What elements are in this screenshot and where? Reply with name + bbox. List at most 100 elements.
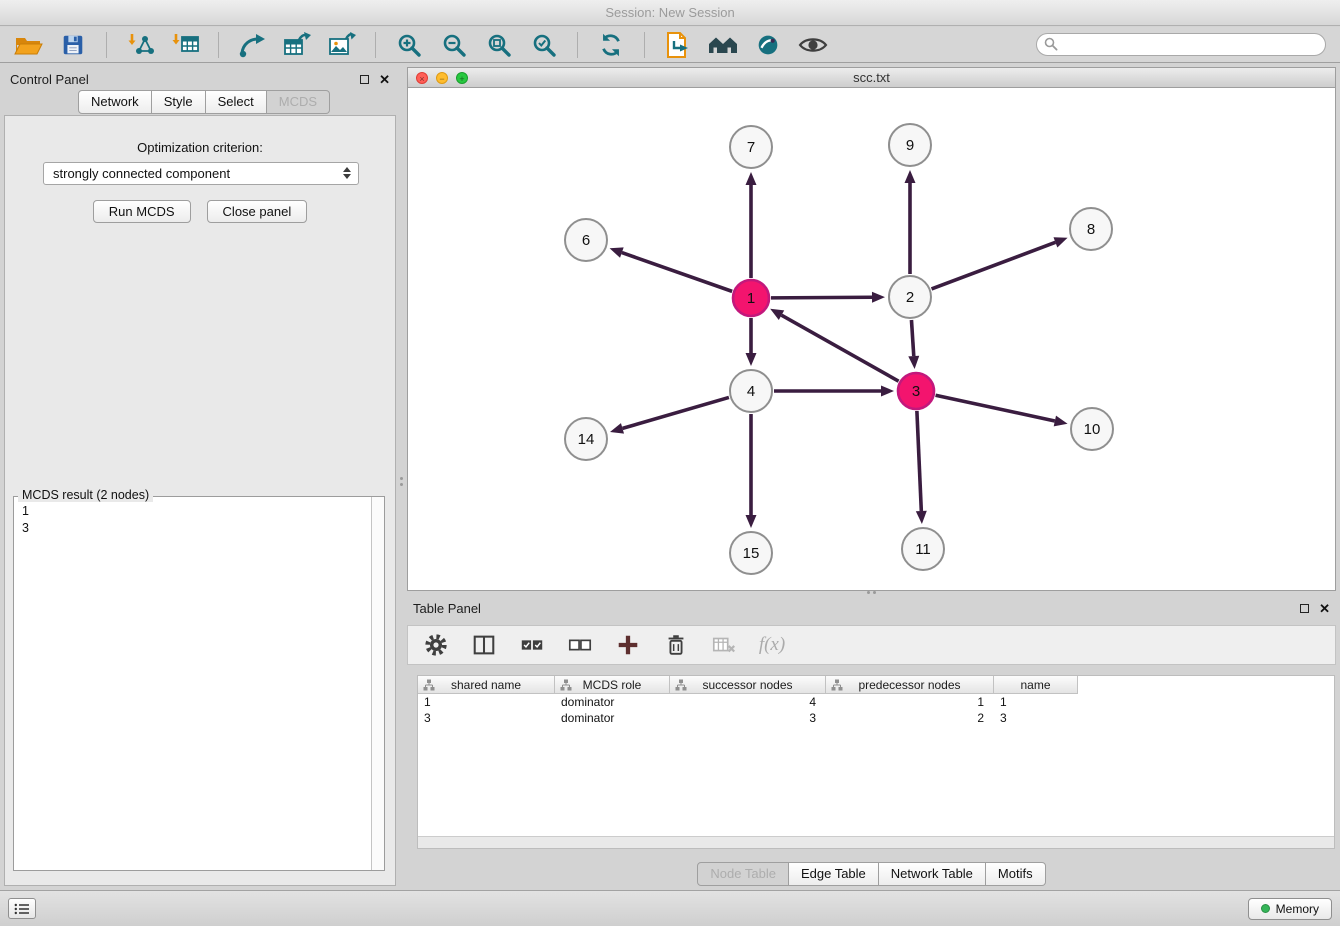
optimization-criterion-label: Optimization criterion: (5, 140, 395, 155)
application-window: Session: New Session (0, 0, 1340, 926)
criterion-select[interactable]: strongly connected component (43, 162, 359, 185)
refresh-view-button[interactable] (595, 30, 627, 60)
show-panels-button[interactable] (8, 898, 36, 919)
column-header-mcds-role[interactable]: MCDS role (555, 676, 670, 694)
graph-node-15[interactable]: 15 (730, 532, 772, 574)
first-neighbors-button[interactable] (707, 30, 739, 60)
vertical-splitter[interactable] (398, 469, 404, 493)
export-image-button[interactable] (326, 30, 358, 60)
graph-edge-1-2[interactable] (771, 297, 872, 298)
tab-mcds[interactable]: MCDS (267, 90, 330, 114)
close-table-panel-button[interactable]: ✕ (1319, 602, 1330, 615)
float-table-panel-button[interactable] (1300, 604, 1309, 613)
minimize-window-button[interactable]: − (436, 72, 448, 84)
cell-mcds-role: dominator (555, 710, 670, 726)
graph-node-3[interactable]: 3 (898, 373, 934, 409)
import-network-icon (125, 31, 155, 59)
open-session-button[interactable] (12, 30, 44, 60)
svg-text:6: 6 (582, 232, 590, 249)
memory-button[interactable]: Memory (1248, 898, 1332, 920)
float-panel-button[interactable] (360, 75, 369, 84)
graph-node-6[interactable]: 6 (565, 219, 607, 261)
column-header-name[interactable]: name (994, 676, 1078, 694)
graph-arrowhead (1054, 416, 1068, 427)
delete-entry-button[interactable] (662, 631, 690, 659)
export-table-icon (282, 31, 312, 59)
zoom-selected-button[interactable] (528, 30, 560, 60)
tab-style[interactable]: Style (152, 90, 206, 114)
close-panel-button[interactable]: ✕ (379, 73, 390, 86)
close-window-button[interactable]: × (416, 72, 428, 84)
table-row[interactable]: 3 dominator 3 2 3 (418, 710, 1334, 726)
graph-node-9[interactable]: 9 (889, 124, 931, 166)
tab-motifs[interactable]: Motifs (986, 862, 1046, 886)
network-canvas[interactable]: 7 9 6 8 1 2 4 3 14 10 15 11 (407, 88, 1336, 591)
network-from-selection-button[interactable] (662, 30, 694, 60)
toolbar-separator (218, 32, 219, 58)
graph-node-14[interactable]: 14 (565, 418, 607, 460)
delete-table-button[interactable] (710, 631, 738, 659)
search-input[interactable] (1036, 33, 1326, 56)
graph-arrowhead (610, 423, 624, 434)
import-network-button[interactable] (124, 30, 156, 60)
tab-node-table[interactable]: Node Table (697, 862, 789, 886)
export-network-button[interactable] (236, 30, 268, 60)
zoom-out-button[interactable] (438, 30, 470, 60)
graph-node-2[interactable]: 2 (889, 276, 931, 318)
maximize-window-button[interactable]: + (456, 72, 468, 84)
graph-edge-2-3[interactable] (911, 320, 913, 356)
tab-select[interactable]: Select (206, 90, 267, 114)
graph-arrowhead (872, 292, 885, 303)
graph-node-1[interactable]: 1 (733, 280, 769, 316)
close-mcds-panel-button[interactable]: Close panel (207, 200, 308, 223)
graph-edge-1-6[interactable] (622, 253, 732, 292)
split-view-button[interactable] (470, 631, 498, 659)
zoom-in-button[interactable] (393, 30, 425, 60)
svg-text:10: 10 (1084, 421, 1101, 438)
graph-node-11[interactable]: 11 (902, 528, 944, 570)
result-scrollbar[interactable] (371, 497, 384, 870)
graph-node-4[interactable]: 4 (730, 370, 772, 412)
graph-node-7[interactable]: 7 (730, 126, 772, 168)
tab-network[interactable]: Network (78, 90, 152, 114)
table-hscrollbar[interactable] (418, 836, 1334, 848)
network-window: scc.txt × − + 7968124314101511 (407, 67, 1336, 591)
export-table-button[interactable] (281, 30, 313, 60)
graph-edge-4-14[interactable] (622, 397, 728, 428)
graph-arrowhead (746, 515, 757, 528)
save-session-button[interactable] (57, 30, 89, 60)
graph-arrowhead (881, 386, 894, 397)
graph-node-10[interactable]: 10 (1071, 408, 1113, 450)
zoom-fit-button[interactable] (483, 30, 515, 60)
window-title: Session: New Session (605, 5, 734, 20)
add-entry-button[interactable] (614, 631, 642, 659)
table-panel-title: Table Panel (413, 601, 481, 616)
import-table-button[interactable] (169, 30, 201, 60)
tab-edge-table[interactable]: Edge Table (789, 862, 879, 886)
table-settings-button[interactable] (422, 631, 450, 659)
column-type-icon (560, 679, 572, 691)
graph-edge-3-10[interactable] (936, 395, 1055, 421)
unselect-all-button[interactable] (566, 631, 594, 659)
graph-edge-3-1[interactable] (781, 315, 898, 381)
graph-node-8[interactable]: 8 (1070, 208, 1112, 250)
table-row[interactable]: 1 dominator 4 1 1 (418, 694, 1334, 710)
run-mcds-button[interactable]: Run MCDS (93, 200, 191, 223)
mcds-result-line: 1 (22, 503, 376, 520)
control-panel-title: Control Panel (10, 72, 89, 87)
tab-network-table[interactable]: Network Table (879, 862, 986, 886)
function-builder-button[interactable]: f(x) (758, 631, 786, 659)
graph-arrowhead (916, 511, 927, 524)
search-icon (1044, 37, 1058, 51)
graph-edge-3-11[interactable] (917, 411, 921, 511)
show-hide-button[interactable] (797, 30, 829, 60)
column-header-predecessor-nodes[interactable]: predecessor nodes (826, 676, 994, 694)
column-header-successor-nodes[interactable]: successor nodes (670, 676, 826, 694)
first-neighbors-houses-icon (707, 31, 739, 59)
mcds-panel: Optimization criterion: strongly connect… (4, 115, 396, 886)
column-header-shared-name[interactable]: shared name (418, 676, 555, 694)
select-all-button[interactable] (518, 631, 546, 659)
graph-edge-2-8[interactable] (932, 242, 1056, 289)
export-image-icon (327, 31, 357, 59)
apply-style-button[interactable] (752, 30, 784, 60)
